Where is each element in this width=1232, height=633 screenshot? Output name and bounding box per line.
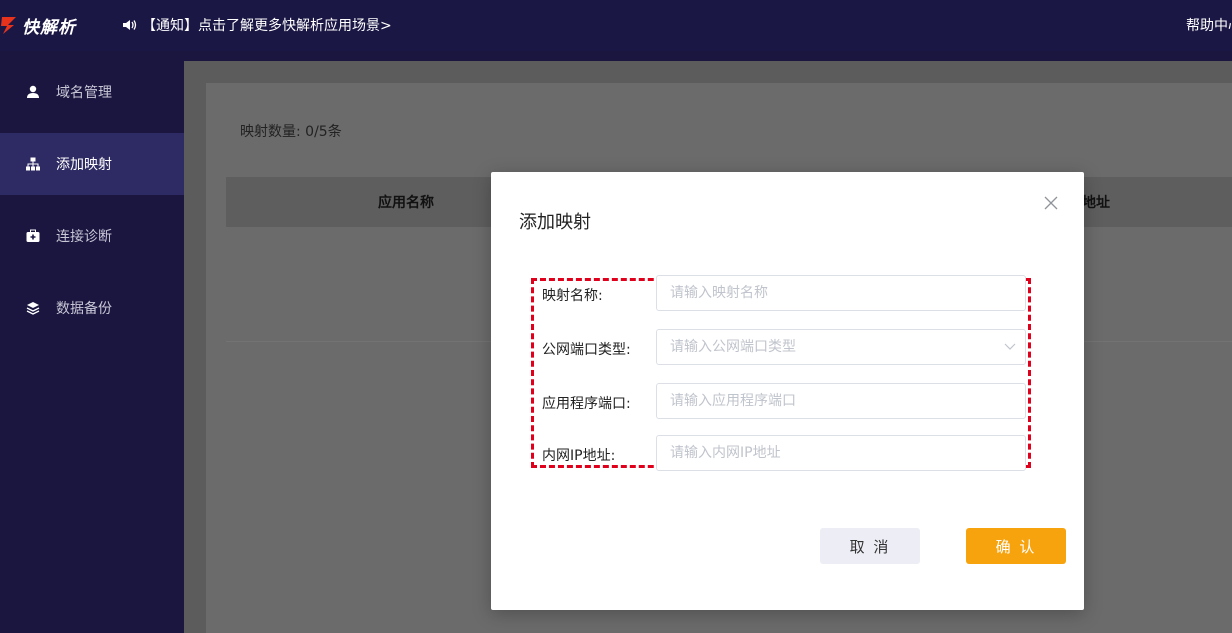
sidebar-item-backup[interactable]: 数据备份 [0, 277, 184, 339]
sidebar-item-label: 连接诊断 [56, 229, 112, 245]
logo-icon [1, 17, 16, 34]
logo-text: 快解析 [22, 17, 76, 38]
column-header-app-name: 应用名称 [378, 195, 434, 211]
top-bar: 快解析 【通知】点击了解更多快解析应用场景> 帮助中心 [0, 0, 1232, 51]
app-port-input[interactable] [656, 383, 1026, 419]
sidebar: 域名管理 添加映射 连接诊断 数据备份 [0, 51, 184, 633]
help-center-link[interactable]: 帮助中心 [1186, 15, 1232, 35]
column-header-address: 地址 [1082, 195, 1110, 211]
field-label-app-port: 应用程序端口: [542, 396, 631, 412]
close-icon[interactable] [1042, 194, 1060, 212]
add-mapping-dialog: 添加映射 映射名称: 公网端口类型: 应用程序端口: 内网IP地址: 取 消 确… [491, 172, 1084, 610]
sidebar-item-diagnose[interactable]: 连接诊断 [0, 205, 184, 267]
field-label-port-type: 公网端口类型: [542, 342, 631, 358]
port-type-select[interactable] [656, 329, 1026, 365]
lan-ip-input[interactable] [656, 435, 1026, 471]
mapping-name-input[interactable] [656, 275, 1026, 311]
dialog-title: 添加映射 [519, 212, 591, 233]
speaker-icon [123, 20, 137, 30]
layers-icon [26, 302, 40, 315]
user-icon [27, 85, 39, 98]
notice-link[interactable]: 【通知】点击了解更多快解析应用场景> [122, 15, 392, 35]
sidebar-item-add-mapping[interactable]: 添加映射 [0, 133, 184, 195]
sidebar-item-label: 数据备份 [56, 301, 112, 317]
cancel-button[interactable]: 取 消 [820, 528, 920, 564]
sitemap-icon [26, 157, 40, 171]
field-label-mapping-name: 映射名称: [542, 288, 603, 304]
medkit-icon [26, 229, 40, 242]
field-label-lan-ip: 内网IP地址: [542, 448, 616, 464]
sidebar-item-domain[interactable]: 域名管理 [0, 61, 184, 123]
logo[interactable]: 快解析 [0, 13, 76, 38]
confirm-button[interactable]: 确 认 [966, 528, 1066, 564]
sidebar-item-label: 域名管理 [56, 85, 112, 101]
sidebar-item-label: 添加映射 [56, 157, 112, 173]
chevron-down-icon [1004, 343, 1016, 350]
mapping-count: 映射数量: 0/5条 [240, 124, 342, 140]
notice-text: 【通知】点击了解更多快解析应用场景> [142, 18, 392, 34]
